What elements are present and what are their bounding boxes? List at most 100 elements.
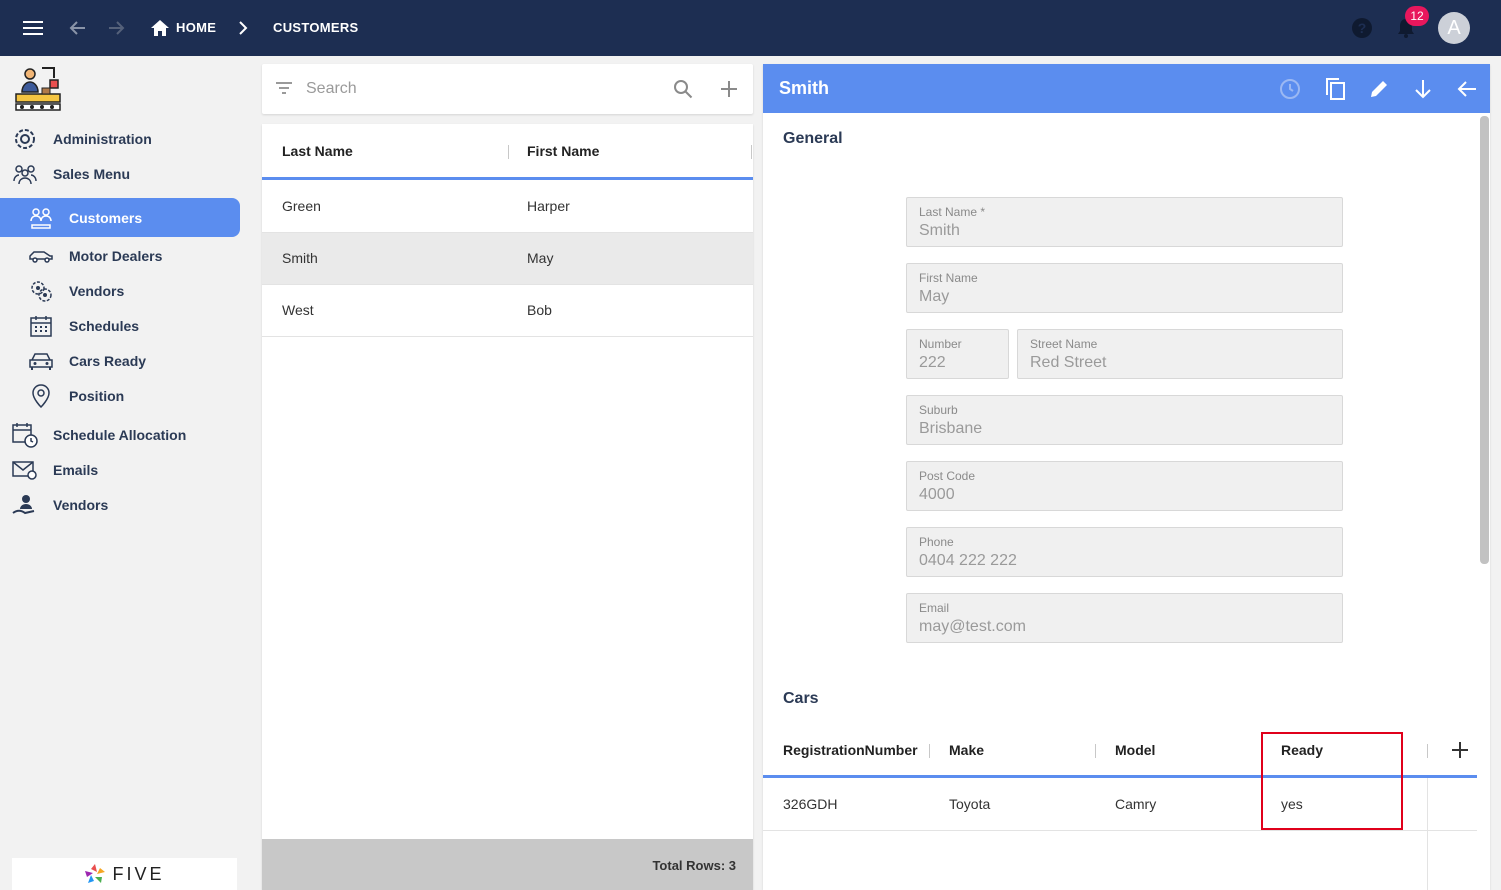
sidebar-item-label: Administration — [53, 130, 152, 147]
sidebar-item-administration[interactable]: Administration — [0, 121, 240, 156]
field-value: 0404 222 222 — [919, 552, 1017, 569]
field-label: Email — [919, 601, 950, 615]
sidebar-item-vendors[interactable]: Vendors — [0, 273, 240, 308]
avatar[interactable]: A — [1438, 12, 1470, 44]
street-name-field[interactable]: Street Name Red Street — [1017, 329, 1343, 379]
column-divider[interactable] — [751, 145, 752, 159]
arrow-left-icon[interactable] — [1454, 76, 1480, 102]
email-field[interactable]: Email may@test.com — [906, 593, 1343, 643]
detail-header: Smith — [763, 64, 1490, 113]
table-row[interactable]: West Bob — [262, 285, 753, 337]
gears-icon — [28, 278, 54, 304]
location-pin-icon — [28, 383, 54, 409]
sidebar-item-motor-dealers[interactable]: Motor Dealers — [0, 238, 240, 273]
table-row[interactable]: Green Harper — [262, 181, 753, 233]
search-bar — [262, 64, 753, 114]
sidebar-item-schedules[interactable]: Schedules — [0, 308, 240, 343]
column-divider[interactable] — [508, 145, 509, 159]
column-header-make[interactable]: Make — [949, 742, 984, 758]
top-bar: HOME CUSTOMERS ? 12 A — [0, 0, 1501, 56]
list-footer: Total Rows: 3 — [262, 839, 753, 890]
cell-make: Toyota — [949, 796, 991, 812]
column-divider[interactable] — [1427, 744, 1428, 758]
column-header-last-name[interactable]: Last Name — [282, 143, 353, 159]
field-label: Street Name — [1030, 337, 1098, 351]
cell-last-name: Green — [282, 198, 321, 214]
number-field[interactable]: Number 222 — [906, 329, 1009, 379]
table-row-selected[interactable]: Smith May — [262, 233, 753, 285]
first-name-field[interactable]: First Name May — [906, 263, 1343, 313]
cell-registration: 326GDH — [783, 796, 838, 812]
forward-arrow-icon[interactable] — [105, 16, 129, 40]
people-group-icon — [12, 161, 38, 187]
breadcrumb-home[interactable]: HOME — [176, 20, 216, 35]
help-icon[interactable]: ? — [1350, 16, 1374, 40]
filter-icon[interactable] — [275, 80, 293, 101]
history-clock-icon[interactable] — [1277, 76, 1303, 102]
field-label: Number — [919, 337, 962, 351]
sidebar-item-customers[interactable]: Customers — [0, 198, 240, 237]
sidebar-item-label: Cars Ready — [69, 352, 147, 369]
search-icon[interactable] — [672, 78, 694, 105]
app-logo-icon — [12, 64, 62, 114]
total-rows: Total Rows: 3 — [652, 858, 736, 873]
arrow-down-icon[interactable] — [1410, 76, 1436, 102]
sidebar-item-label: Vendors — [69, 282, 125, 299]
home-icon[interactable] — [148, 16, 172, 40]
field-label: Suburb — [919, 403, 958, 417]
column-divider[interactable] — [1095, 744, 1096, 758]
sidebar-item-vendors-2[interactable]: Vendors — [0, 487, 240, 522]
cell-first-name: Bob — [527, 302, 552, 318]
chevron-right-icon — [231, 16, 255, 40]
edit-pencil-icon[interactable] — [1366, 76, 1392, 102]
copy-icon[interactable] — [1322, 76, 1348, 102]
add-icon[interactable] — [719, 79, 739, 104]
customer-detail: Smith General Last Name * Smith First Na… — [763, 64, 1490, 890]
field-value: 4000 — [919, 486, 955, 503]
sidebar-item-label: Schedule Allocation — [53, 426, 187, 443]
sidebar-item-sales-menu[interactable]: Sales Menu — [0, 156, 240, 191]
cell-first-name: May — [527, 250, 554, 266]
detail-scrollbar[interactable] — [1480, 116, 1489, 564]
search-input[interactable] — [306, 77, 646, 101]
cell-last-name: Smith — [282, 250, 318, 266]
cell-first-name: Harper — [527, 198, 570, 214]
sidebar: Administration Sales Menu Customers Moto… — [0, 56, 250, 890]
sidebar-item-schedule-allocation[interactable]: Schedule Allocation — [0, 417, 240, 452]
sidebar-item-cars-ready[interactable]: Cars Ready — [0, 343, 240, 378]
calendar-clock-icon — [12, 422, 38, 448]
sidebar-item-position[interactable]: Position — [0, 378, 240, 413]
detail-title: Smith — [779, 78, 830, 98]
sidebar-item-label: Schedules — [69, 317, 140, 334]
field-value: Smith — [919, 222, 960, 239]
add-car-icon[interactable] — [1451, 741, 1469, 764]
column-header-registration[interactable]: RegistrationNumber — [783, 742, 918, 758]
five-logo: FIVE — [12, 858, 237, 890]
column-divider[interactable] — [929, 744, 930, 758]
field-value: may@test.com — [919, 618, 1026, 635]
column-header-model[interactable]: Model — [1115, 742, 1155, 758]
column-divider-line — [1427, 778, 1428, 890]
sidebar-item-label: Vendors — [53, 496, 109, 513]
sidebar-item-emails[interactable]: Emails — [0, 452, 240, 487]
field-label: Post Code — [919, 469, 976, 483]
back-arrow-icon[interactable] — [65, 16, 89, 40]
cell-last-name: West — [282, 302, 314, 318]
svg-text:?: ? — [1358, 20, 1367, 36]
column-header-first-name[interactable]: First Name — [527, 143, 599, 159]
gear-icon — [12, 126, 38, 152]
field-label: Last Name * — [919, 205, 986, 219]
menu-icon[interactable] — [21, 16, 45, 40]
field-value: 222 — [919, 354, 946, 371]
five-logo-icon — [85, 864, 106, 883]
suburb-field[interactable]: Suburb Brisbane — [906, 395, 1343, 445]
field-label: First Name — [919, 271, 978, 285]
notification-badge: 12 — [1405, 6, 1429, 26]
sidebar-item-label: Position — [69, 387, 125, 404]
breadcrumb-current: CUSTOMERS — [273, 20, 359, 35]
section-general: General — [783, 130, 843, 147]
post-code-field[interactable]: Post Code 4000 — [906, 461, 1343, 511]
last-name-field[interactable]: Last Name * Smith — [906, 197, 1343, 247]
list-header: Last Name First Name — [262, 124, 753, 180]
phone-field[interactable]: Phone 0404 222 222 — [906, 527, 1343, 577]
